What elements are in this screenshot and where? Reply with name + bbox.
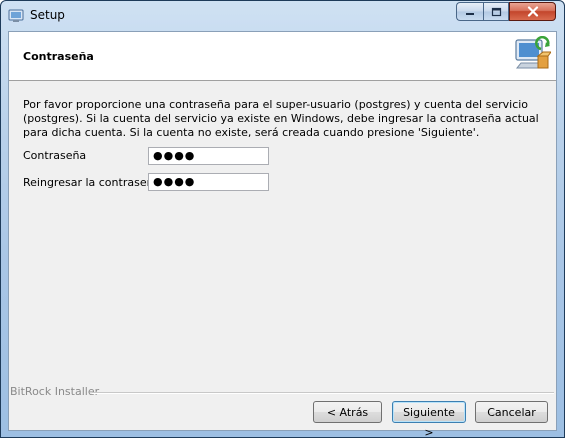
- page-title: Contraseña: [23, 50, 94, 63]
- password-field[interactable]: ●●●●: [148, 147, 269, 165]
- footer-divider: [92, 392, 554, 394]
- description-text: Por favor proporcione una contraseña par…: [23, 98, 539, 139]
- cancel-button[interactable]: Cancelar: [475, 401, 548, 423]
- installer-computer-icon: [515, 36, 551, 69]
- dialog-client-area: Contraseña Por favor proporcione una con…: [8, 31, 557, 439]
- minimize-icon: [466, 12, 474, 15]
- next-button[interactable]: Siguiente >: [392, 401, 466, 439]
- minimize-button[interactable]: [456, 2, 483, 21]
- confirm-password-field[interactable]: ●●●●: [148, 173, 269, 191]
- title-bar[interactable]: Setup: [1, 1, 564, 31]
- close-icon: [527, 6, 538, 17]
- password-label: Contraseña: [23, 149, 87, 162]
- setup-app-icon: [8, 9, 24, 22]
- back-button[interactable]: < Atrás: [313, 401, 382, 423]
- window-title: Setup: [30, 8, 65, 22]
- page-header: Contraseña: [9, 32, 556, 81]
- setup-window: Setup Contraseña Por favor proporcione u…: [0, 0, 565, 439]
- installer-brand-label: BitRock Installer: [10, 385, 100, 398]
- maximize-button[interactable]: [483, 2, 509, 21]
- maximize-icon: [491, 7, 501, 16]
- close-button[interactable]: [509, 2, 556, 21]
- confirm-password-label: Reingresar la contraseña: [23, 176, 161, 189]
